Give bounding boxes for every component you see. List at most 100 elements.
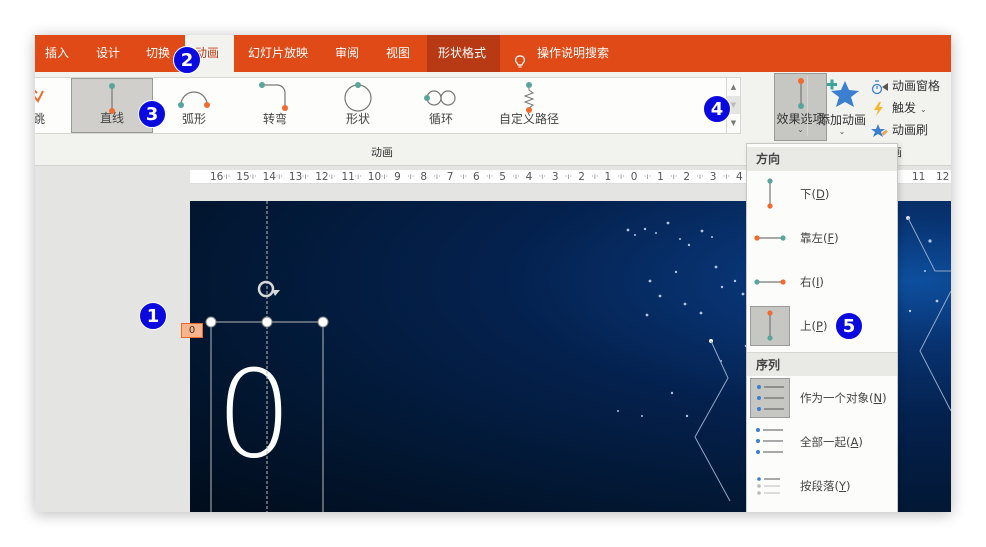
- gallery-item-label: 弧形: [181, 112, 206, 126]
- add-animation-label: 添加动画: [817, 113, 866, 127]
- menu-item-by-paragraph[interactable]: 按段落(Y): [747, 464, 897, 508]
- animation-pane-button[interactable]: 动画窗格: [871, 77, 940, 95]
- tab-review[interactable]: 审阅: [325, 35, 369, 72]
- rotate-handle-icon[interactable]: [257, 280, 280, 298]
- resize-handle[interactable]: [205, 316, 217, 328]
- gallery-more-button[interactable]: ▼: [727, 114, 740, 132]
- ruler-tick: ·ı·: [433, 172, 441, 181]
- path-shape-icon: [344, 82, 372, 112]
- ruler-tick-label: 6: [473, 171, 480, 183]
- gallery-item-label: 形状: [345, 112, 370, 126]
- animation-group-label: 动画: [371, 146, 393, 159]
- ribbon-separator: [807, 76, 808, 136]
- ruler-tick: ·ı·: [249, 172, 257, 181]
- menu-item-label: 上(P): [800, 319, 828, 333]
- trigger-icon: [874, 101, 883, 116]
- animation-painter-button[interactable]: 动画刷: [871, 121, 928, 139]
- direction-up-icon: [750, 306, 790, 346]
- resize-handle[interactable]: [261, 316, 273, 328]
- path-loop-icon: [424, 90, 456, 106]
- ruler-tick-label: 11: [341, 171, 355, 183]
- menu-item-label: 右(I): [800, 275, 824, 289]
- ruler-tick: ·ı·: [564, 172, 573, 181]
- menu-item-all-at-once[interactable]: 全部一起(A): [747, 420, 897, 464]
- ruler-tick-label: 14: [262, 171, 276, 183]
- as-one-object-icon: [750, 378, 790, 418]
- gallery-scroll-up-button[interactable]: ▲: [727, 78, 740, 96]
- gallery-item-label: 自定义路径: [498, 112, 559, 126]
- tell-me-search[interactable]: 操作说明搜索: [505, 35, 619, 72]
- by-paragraph-icon: [750, 466, 790, 506]
- gallery-item-custom-path[interactable]: 自定义路径: [483, 78, 575, 133]
- ruler-tick: ·ı·: [459, 172, 467, 181]
- effect-options-icon: [798, 78, 804, 109]
- tab-shape-format[interactable]: 形状格式: [427, 35, 500, 72]
- ruler-tick: ·ı·: [380, 172, 389, 181]
- ruler-tick-label: 1: [604, 171, 612, 183]
- add-animation-button[interactable]: 添加动画 ⌄: [813, 77, 871, 141]
- path-arc-icon: [178, 91, 210, 108]
- ruler-tick-label: 11: [912, 171, 926, 183]
- all-at-once-icon: [750, 422, 790, 462]
- ruler-tick: ·ı·: [486, 172, 494, 181]
- ruler-tick: ·ı·: [591, 172, 599, 181]
- effect-options-menu: 方向 下(D) 靠左(F) 右(I) 上(P) 序列 作为一个对象(N) 全部一…: [746, 143, 898, 512]
- ruler-tick-label: 15: [236, 171, 250, 183]
- menu-section-sequence: 序列: [747, 352, 897, 376]
- ruler-tick: ·ı·: [617, 172, 625, 181]
- callout-4: 4: [703, 95, 731, 123]
- ruler-tick: ·ı·: [696, 172, 704, 181]
- menu-item-up[interactable]: 上(P): [747, 304, 897, 348]
- ruler-tick: ·ı·: [354, 172, 362, 181]
- menu-item-down[interactable]: 下(D): [747, 172, 897, 216]
- ruler-tick-label: 7: [446, 171, 454, 183]
- ruler-tick: ·ı·: [722, 172, 730, 181]
- menu-item-label: 下(D): [800, 187, 830, 201]
- menu-item-left[interactable]: 靠左(F): [747, 216, 897, 260]
- gallery-item-turn[interactable]: 转弯: [239, 78, 311, 133]
- tab-slideshow[interactable]: 幻灯片放映: [238, 35, 318, 72]
- gallery-item-shape[interactable]: 形状: [322, 78, 394, 133]
- animation-order-tag[interactable]: 0: [181, 323, 203, 338]
- menu-item-right[interactable]: 右(I): [747, 260, 897, 304]
- ruler-tick: ·ı·: [223, 172, 231, 181]
- direction-right-icon: [750, 262, 790, 302]
- menu-item-label: 全部一起(A): [800, 435, 863, 449]
- tell-me-label: 操作说明搜索: [537, 46, 610, 60]
- gallery-item-label: 转弯: [262, 112, 287, 126]
- ruler-tick-label: 5: [499, 171, 506, 183]
- ruler-tick-label: 2: [683, 171, 691, 183]
- animation-pane-icon: [871, 79, 888, 94]
- ruler-tick-label: 13: [288, 171, 303, 183]
- gallery-item-arc[interactable]: 弧形: [159, 78, 229, 133]
- gallery-item-partial[interactable]: 跳: [35, 78, 47, 133]
- ruler-tick-label: 12: [315, 171, 329, 183]
- ruler-tick-label: 3: [709, 171, 717, 183]
- powerpoint-window: 插入 设计 切换 动画 幻灯片放映 审阅 视图 形状格式 操作说明搜索 跳 直线: [35, 35, 951, 512]
- ruler-tick-label: 4: [736, 171, 743, 183]
- callout-5: 5: [835, 312, 863, 340]
- add-animation-star-icon: [827, 79, 859, 107]
- ruler-tick-label: 1: [657, 171, 664, 183]
- trigger-button[interactable]: 触发 ⌄: [871, 99, 927, 117]
- ruler-tick: ·ı·: [643, 172, 652, 181]
- ribbon-tab-bar: 插入 设计 切换 动画 幻灯片放映 审阅 视图 形状格式 操作说明搜索: [35, 35, 951, 72]
- menu-item-label: 作为一个对象(N): [800, 391, 887, 405]
- bounce-icon: [35, 89, 44, 103]
- tab-view[interactable]: 视图: [376, 35, 420, 72]
- tab-insert[interactable]: 插入: [35, 35, 79, 72]
- menu-section-direction: 方向: [747, 147, 897, 171]
- trigger-label: 触发: [892, 101, 917, 115]
- resize-handle[interactable]: [317, 316, 329, 328]
- callout-3: 3: [138, 100, 166, 128]
- gallery-item-loop[interactable]: 循环: [405, 78, 477, 133]
- ruler-tick-label: 10: [367, 171, 382, 183]
- animation-painter-icon: [871, 123, 888, 137]
- ruler-tick-label: 8: [420, 171, 428, 183]
- menu-item-as-one-object[interactable]: 作为一个对象(N): [747, 376, 897, 420]
- tab-design[interactable]: 设计: [86, 35, 130, 72]
- direction-down-icon: [750, 174, 790, 214]
- ruler-tick-label: 3: [551, 171, 559, 183]
- menu-item-label: 按段落(Y): [800, 479, 851, 493]
- ruler-tick-label: 9: [394, 171, 401, 183]
